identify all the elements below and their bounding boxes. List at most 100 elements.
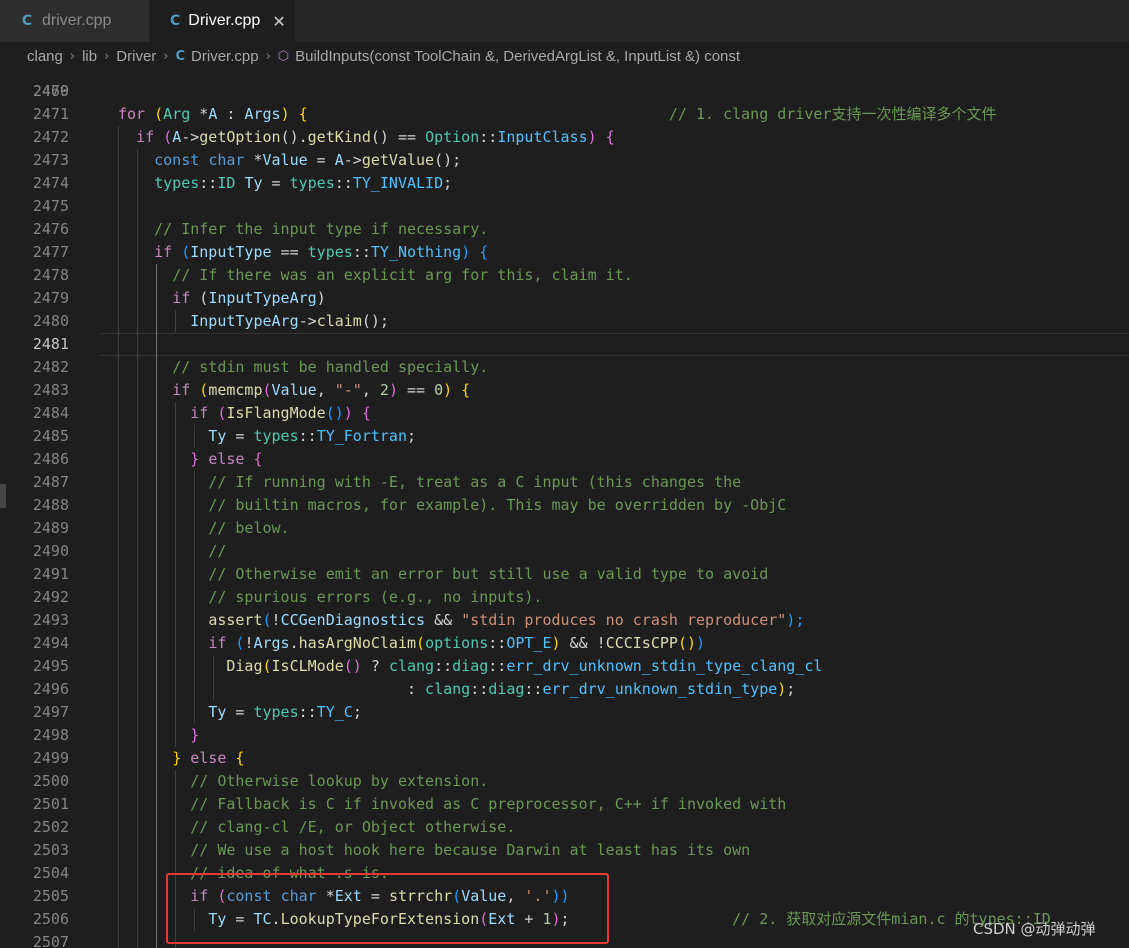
chevron-right-icon: ›: [265, 48, 271, 64]
breadcrumb-item-clang[interactable]: clang: [27, 48, 63, 65]
code-line: 2496 : clang::diag::err_drv_unknown_stdi…: [0, 678, 1129, 701]
code-line: 2483 if (memcmp(Value, "-", 2) == 0) {: [0, 379, 1129, 402]
code-token: options: [425, 634, 489, 652]
line-number: 2498: [32, 726, 69, 744]
scroll-indicator: [0, 484, 6, 508]
code-line: 2480 InputTypeArg->claim();: [0, 310, 1129, 333]
code-text: // below.: [118, 517, 289, 540]
code-token: Value: [271, 381, 317, 399]
code-token: ::: [352, 243, 371, 261]
code-token: // Otherwise emit an error but still use…: [208, 565, 769, 583]
code-token: memcmp: [208, 381, 263, 399]
watermark: CSDN @动弹动弹: [973, 920, 1096, 938]
code-token: ;: [443, 174, 453, 192]
code-token: InputType: [190, 243, 272, 261]
code-text: Diag(IsCLMode() ? clang::diag::err_drv_u…: [118, 655, 822, 678]
breadcrumb-item-symbol[interactable]: BuildInputs(const ToolChain &, DerivedAr…: [295, 48, 740, 65]
code-token: (: [208, 404, 227, 422]
tab-label: driver.cpp: [42, 12, 112, 29]
indent-guide: [194, 425, 195, 448]
code-text: types::ID Ty = types::TY_INVALID;: [118, 172, 452, 195]
code-line: 2503 // We use a host hook here because …: [0, 839, 1129, 862]
code-token: diag: [488, 680, 525, 698]
code-token: ==: [388, 128, 426, 146]
chevron-right-icon: ›: [69, 48, 76, 64]
code-token: // clang-cl /E, or Object otherwise.: [190, 818, 516, 836]
code-token: types: [253, 703, 299, 721]
code-token: InputClass: [497, 128, 588, 146]
code-text: Ty = types::TY_C;: [118, 701, 362, 724]
code-line: 2486 } else {: [0, 448, 1129, 471]
code-line: 2489 // below.: [0, 517, 1129, 540]
breadcrumb-item-lib[interactable]: lib: [82, 48, 97, 65]
code-line: 2490 //: [0, 540, 1129, 563]
close-icon[interactable]: ✕: [272, 12, 285, 31]
cpp-file-icon: C: [21, 13, 33, 29]
indent-guide: [175, 402, 176, 747]
code-token: =: [226, 703, 254, 721]
code-token: if: [172, 289, 191, 307]
code-token: if: [190, 404, 209, 422]
line-number: 2497: [32, 703, 69, 721]
code-text: const char *Value = A->getValue();: [118, 149, 461, 172]
code-token: for: [118, 105, 146, 123]
code-editor[interactable]: 2469 2470 2471 for (Arg *A : Args) { // 1.…: [0, 64, 1129, 948]
code-token: (: [154, 128, 173, 146]
code-token: (): [677, 634, 696, 652]
code-token: Option: [425, 128, 480, 146]
chevron-right-icon: ›: [163, 48, 169, 64]
code-token: assert: [208, 611, 263, 629]
code-token: ): [551, 634, 561, 652]
code-token: ;: [352, 703, 362, 721]
code-line-partial: 2469: [0, 64, 1129, 100]
code-token: if: [136, 128, 155, 146]
code-token: (: [190, 381, 209, 399]
code-token: if: [208, 634, 227, 652]
code-line: 2481: [0, 333, 1129, 356]
code-token: ::: [434, 657, 453, 675]
code-token: CCCIsCPP: [605, 634, 678, 652]
line-number: 2491: [32, 565, 69, 583]
code-token: ): [696, 634, 706, 652]
tab-driver-cpp-active[interactable]: C Driver.cpp ✕: [150, 0, 296, 42]
line-number: 2474: [32, 174, 69, 192]
code-token: (: [145, 105, 164, 123]
code-token: A: [334, 151, 344, 169]
breadcrumb-item-file[interactable]: Driver.cpp: [191, 48, 259, 65]
line-number: 2472: [32, 128, 69, 146]
breadcrumb-item-driver[interactable]: Driver: [116, 48, 156, 65]
code-token: !: [271, 611, 281, 629]
line-number: 2490: [32, 542, 69, 560]
line-number: 2473: [32, 151, 69, 169]
line-number: 2507: [32, 933, 69, 948]
tab-driver-cpp-lower[interactable]: C driver.cpp: [0, 0, 150, 42]
code-line: 2498 }: [0, 724, 1129, 747]
code-token: (): [325, 404, 344, 422]
line-number: 2494: [32, 634, 69, 652]
code-token: // Otherwise lookup by extension.: [190, 772, 489, 790]
indent-guide: [137, 149, 138, 948]
code-token: (): [370, 128, 389, 146]
code-text: // Otherwise emit an error but still use…: [118, 563, 768, 586]
code-text: if (A->getOption().getKind() == Option::…: [118, 126, 615, 149]
code-text: assert(!CCGenDiagnostics && "stdin produ…: [118, 609, 804, 632]
code-token: ==: [271, 243, 308, 261]
code-token: diag: [452, 657, 489, 675]
line-number: 2470: [32, 82, 69, 100]
code-text: if (!Args.hasArgNoClaim(options::OPT_E) …: [118, 632, 705, 655]
code-line: 2502 // clang-cl /E, or Object otherwise…: [0, 816, 1129, 839]
code-line: 2487 // If running with -E, treat as a C…: [0, 471, 1129, 494]
line-number: 2484: [32, 404, 69, 422]
code-text: // Otherwise lookup by extension.: [118, 770, 488, 793]
code-token: ::: [524, 680, 543, 698]
annotation-highlight-box: [166, 873, 609, 944]
code-line: 2471 for (Arg *A : Args) { // 1. clang dr…: [0, 103, 1129, 126]
code-token: clang: [388, 657, 435, 675]
code-token: else: [208, 450, 245, 468]
